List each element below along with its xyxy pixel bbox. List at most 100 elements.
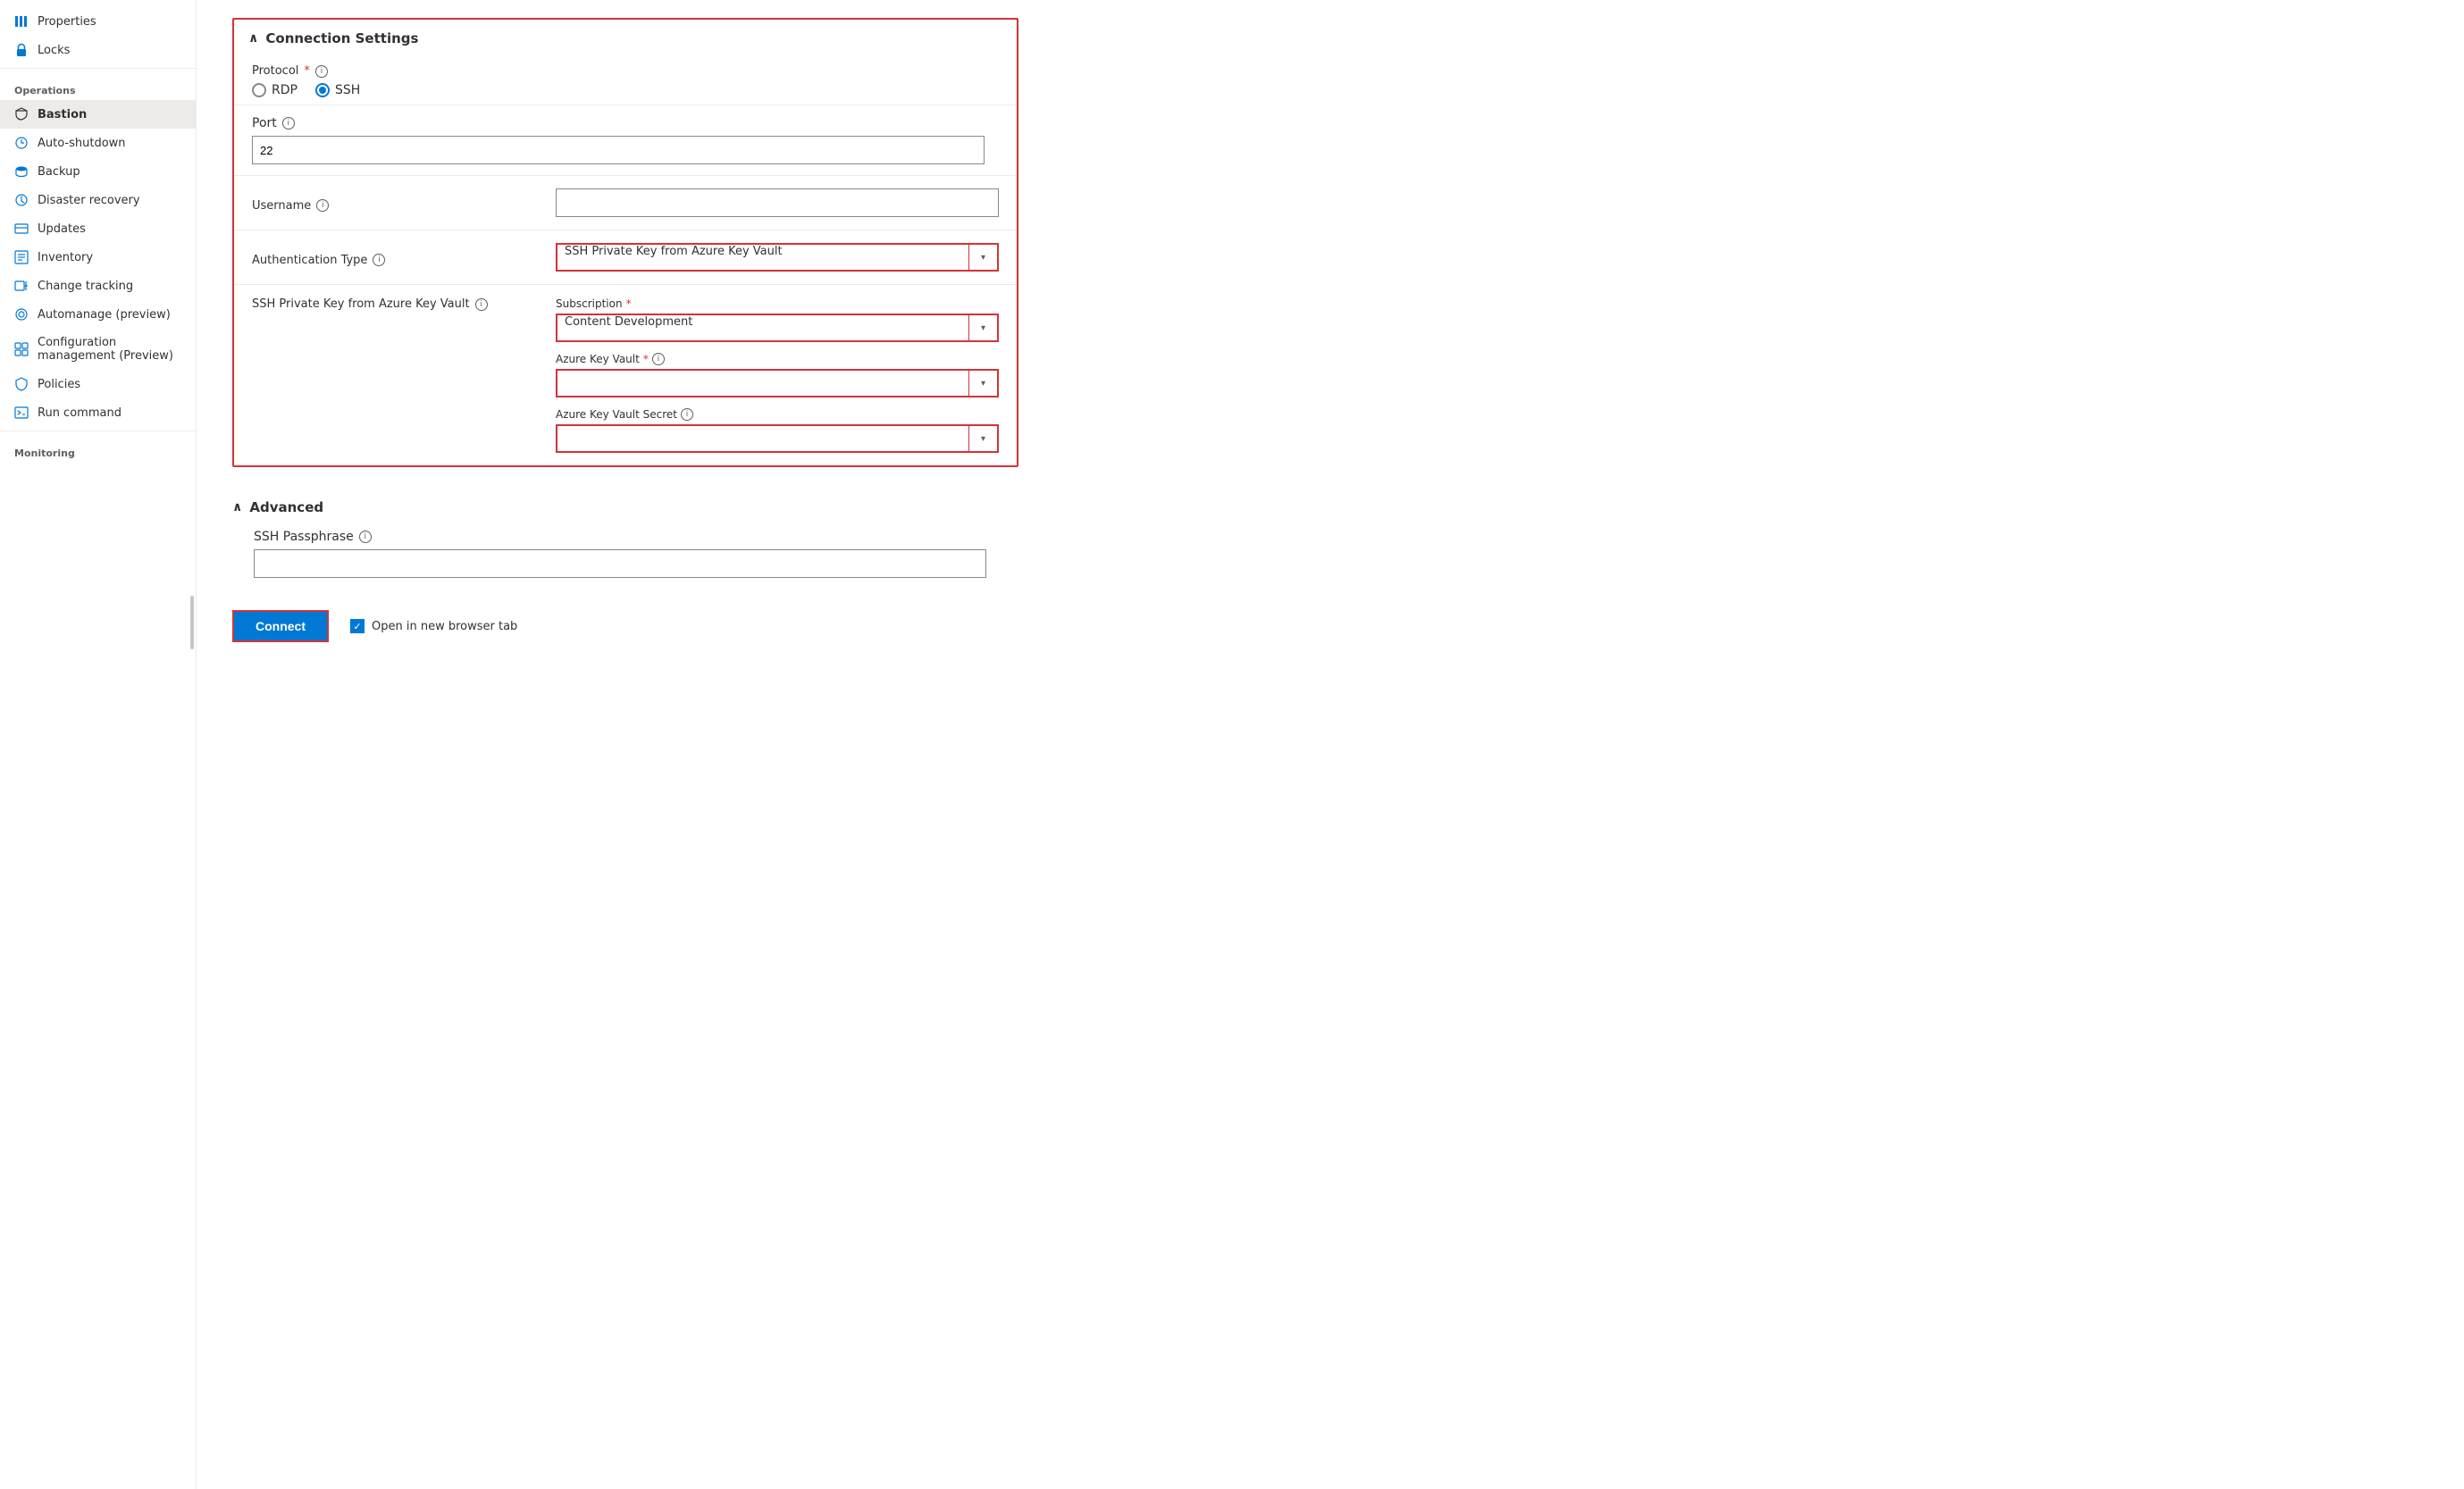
azure-key-vault-secret-value: [557, 426, 968, 451]
config-icon: [14, 342, 29, 356]
bastion-icon: [14, 107, 29, 121]
runcommand-icon: [14, 406, 29, 420]
sidebar-item-locks[interactable]: Locks: [0, 36, 196, 64]
sidebar-item-label: Disaster recovery: [38, 194, 140, 207]
subscription-select[interactable]: Content Development ▾: [556, 314, 999, 342]
sidebar-item-change-tracking[interactable]: Change tracking: [0, 272, 196, 300]
sidebar-item-label: Configuration management (Preview): [38, 336, 181, 363]
port-info-icon[interactable]: i: [282, 117, 295, 130]
sidebar-item-config-management[interactable]: Configuration management (Preview): [0, 329, 196, 370]
sidebar-item-disaster-recovery[interactable]: Disaster recovery: [0, 186, 196, 214]
azure-key-vault-label: Azure Key Vault: [556, 353, 640, 365]
azure-key-vault-secret-select[interactable]: ▾: [556, 424, 999, 453]
advanced-title: Advanced: [249, 499, 323, 515]
auth-type-row: Authentication Type i SSH Private Key fr…: [234, 230, 1017, 285]
azure-key-vault-chevron[interactable]: ▾: [968, 371, 997, 396]
automanage-icon: [14, 307, 29, 322]
rdp-radio-circle[interactable]: [252, 83, 266, 97]
sidebar-item-label: Locks: [38, 44, 70, 57]
sidebar-item-run-command[interactable]: Run command: [0, 398, 196, 427]
ssh-passphrase-label: SSH Passphrase: [254, 530, 354, 544]
azure-key-vault-secret-field: Azure Key Vault Secret i ▾: [556, 408, 999, 453]
protocol-label-row: Protocol * i: [252, 64, 999, 78]
azure-key-vault-field: Azure Key Vault * i ▾: [556, 353, 999, 397]
azure-key-vault-label-wrapper: Azure Key Vault * i: [556, 353, 999, 365]
auth-type-chevron[interactable]: ▾: [968, 245, 997, 270]
azure-key-vault-required: *: [643, 353, 649, 365]
sidebar-item-label: Properties: [38, 15, 96, 29]
auth-type-label: Authentication Type: [252, 254, 367, 267]
subscription-value: Content Development: [557, 315, 968, 340]
subscription-chevron[interactable]: ▾: [968, 315, 997, 340]
ssh-passphrase-label-row: SSH Passphrase i: [254, 530, 1018, 544]
ssh-passphrase-info-icon[interactable]: i: [359, 531, 372, 543]
ssh-radio-item[interactable]: SSH: [315, 83, 360, 97]
sidebar: Properties Locks Operations Bastion Auto…: [0, 0, 197, 1489]
sidebar-item-properties[interactable]: Properties: [0, 7, 196, 36]
sidebar-item-label: Automanage (preview): [38, 308, 171, 322]
sidebar-item-bastion[interactable]: Bastion: [0, 100, 196, 129]
azure-key-vault-secret-info-icon[interactable]: i: [681, 408, 693, 421]
disaster-icon: [14, 193, 29, 207]
sidebar-item-label: Backup: [38, 165, 80, 179]
properties-icon: [14, 14, 29, 29]
azure-key-vault-select[interactable]: ▾: [556, 369, 999, 397]
sidebar-divider: [0, 68, 196, 69]
content-area: ∧ Connection Settings Protocol * i RDP: [197, 0, 1054, 678]
azure-key-vault-secret-label: Azure Key Vault Secret: [556, 408, 677, 421]
operations-section-label: Operations: [0, 72, 196, 100]
auth-type-control: SSH Private Key from Azure Key Vault ▾: [556, 243, 999, 272]
port-label: Port: [252, 116, 277, 130]
protocol-info-icon[interactable]: i: [315, 65, 328, 78]
inventory-icon: [14, 250, 29, 264]
protocol-required-star: *: [304, 64, 310, 78]
azure-key-vault-value: [557, 371, 968, 396]
sidebar-item-automanage[interactable]: Automanage (preview): [0, 300, 196, 329]
azure-key-vault-secret-label-wrapper: Azure Key Vault Secret i: [556, 408, 999, 421]
field-group: Subscription * Content Development ▾: [556, 297, 999, 453]
azure-key-vault-info-icon[interactable]: i: [652, 353, 665, 365]
connection-settings-title: Connection Settings: [265, 30, 418, 46]
connect-button[interactable]: Connect: [232, 610, 329, 642]
sidebar-item-auto-shutdown[interactable]: Auto-shutdown: [0, 129, 196, 157]
ssh-key-row: SSH Private Key from Azure Key Vault i S…: [234, 285, 1017, 465]
auth-type-value: SSH Private Key from Azure Key Vault: [557, 245, 968, 270]
ssh-key-label-wrapper: SSH Private Key from Azure Key Vault i: [252, 297, 538, 311]
username-control: [556, 188, 999, 217]
ssh-key-info-icon[interactable]: i: [475, 298, 488, 311]
scroll-indicator: [190, 596, 194, 649]
auth-type-info-icon[interactable]: i: [373, 254, 385, 266]
subscription-field: Subscription * Content Development ▾: [556, 297, 999, 342]
username-input[interactable]: [556, 188, 999, 217]
connection-settings-header[interactable]: ∧ Connection Settings: [234, 20, 1017, 57]
sidebar-item-label: Updates: [38, 222, 86, 236]
advanced-header[interactable]: ∧ Advanced: [232, 489, 1018, 526]
rdp-radio-item[interactable]: RDP: [252, 83, 298, 97]
policies-icon: [14, 377, 29, 391]
ssh-passphrase-input[interactable]: [254, 549, 986, 578]
sidebar-item-updates[interactable]: Updates: [0, 214, 196, 243]
protocol-radio-group: RDP SSH: [252, 83, 999, 97]
sidebar-item-inventory[interactable]: Inventory: [0, 243, 196, 272]
protocol-row: Protocol * i RDP SSH: [234, 57, 1017, 105]
ssh-key-fields: Subscription * Content Development ▾: [556, 297, 999, 453]
advanced-section: ∧ Advanced SSH Passphrase i: [232, 489, 1018, 592]
username-info-icon[interactable]: i: [316, 199, 329, 212]
sidebar-item-label: Run command: [38, 406, 122, 420]
backup-icon: [14, 164, 29, 179]
sidebar-item-policies[interactable]: Policies: [0, 370, 196, 398]
ssh-radio-circle[interactable]: [315, 83, 330, 97]
monitoring-section-label: Monitoring: [0, 435, 196, 463]
auth-type-label-wrapper: Authentication Type i: [252, 248, 538, 267]
sidebar-item-label: Bastion: [38, 108, 87, 121]
autoshutdown-icon: [14, 136, 29, 150]
azure-key-vault-secret-chevron[interactable]: ▾: [968, 426, 997, 451]
lock-icon: [14, 43, 29, 57]
collapse-icon: ∧: [248, 31, 258, 46]
subscription-required: *: [626, 297, 632, 310]
port-input[interactable]: [252, 136, 985, 164]
sidebar-item-backup[interactable]: Backup: [0, 157, 196, 186]
updates-icon: [14, 222, 29, 236]
auth-type-select[interactable]: SSH Private Key from Azure Key Vault ▾: [556, 243, 999, 272]
open-new-tab-checkbox[interactable]: [350, 619, 365, 633]
